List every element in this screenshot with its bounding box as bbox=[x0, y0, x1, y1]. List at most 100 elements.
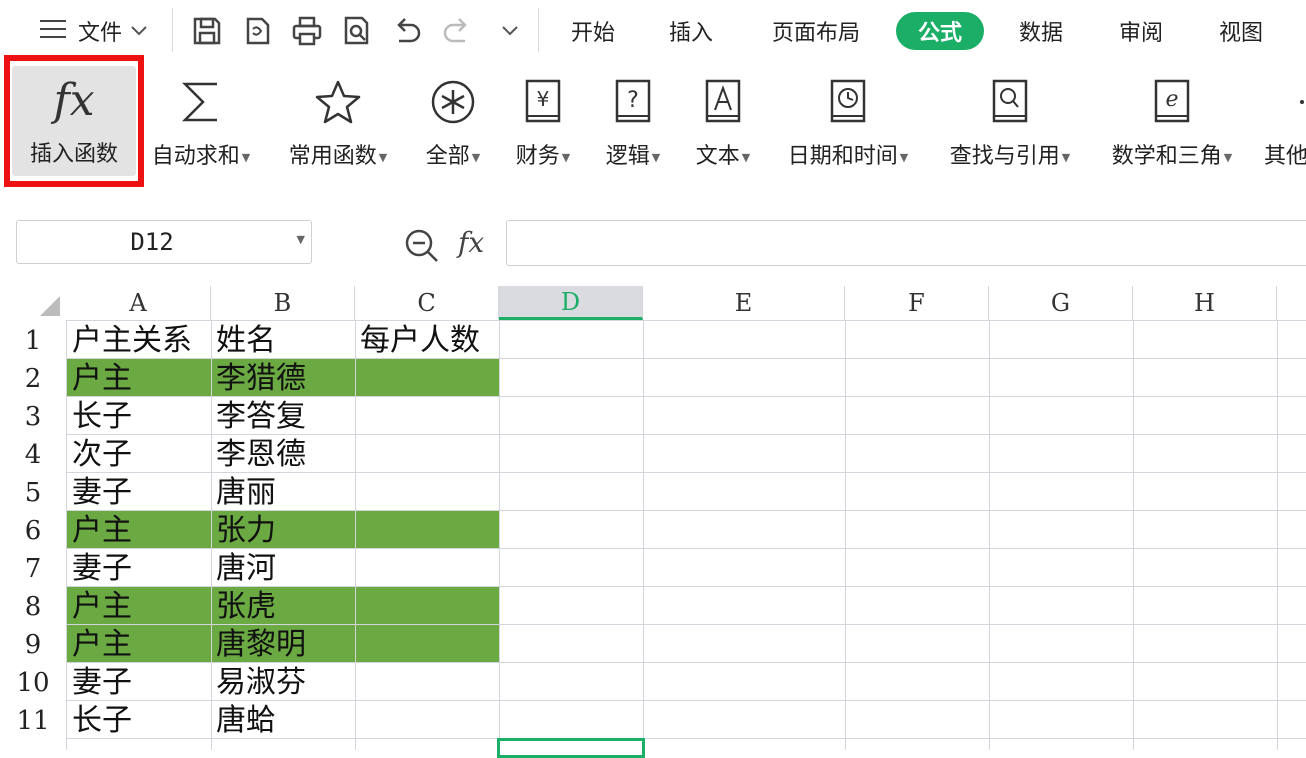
menu-bar: 文件 开始 插入 页面布局 公式 数据 审阅 视图 bbox=[0, 0, 1306, 62]
autosum-button[interactable]: 自动求和 ▼ bbox=[146, 68, 256, 180]
row-header-6[interactable]: 6 bbox=[0, 512, 66, 550]
row-header-2[interactable]: 2 bbox=[0, 360, 66, 398]
a-book-icon bbox=[704, 68, 742, 136]
cell-a7[interactable]: 妻子 bbox=[68, 550, 132, 588]
divider bbox=[538, 8, 539, 52]
row-header-3[interactable]: 3 bbox=[0, 398, 66, 436]
cell-a3[interactable]: 长子 bbox=[68, 398, 132, 436]
grid-line bbox=[1133, 320, 1134, 750]
lookup-reference-button[interactable]: 查找与引用 ▼ bbox=[940, 68, 1080, 180]
tab-formulas[interactable]: 公式 bbox=[896, 12, 984, 50]
row-header-9[interactable]: 9 bbox=[0, 626, 66, 664]
financial-label: 财务 bbox=[515, 144, 560, 169]
column-header-e[interactable]: E bbox=[643, 286, 845, 320]
column-header-d[interactable]: D bbox=[499, 286, 643, 320]
spreadsheet-grid: A B C D E F G H 1 2 3 4 5 6 7 8 9 10 11 … bbox=[0, 286, 1306, 750]
cell-b4[interactable]: 李恩德 bbox=[212, 436, 306, 474]
dropdown-arrow-icon: ▼ bbox=[1061, 150, 1071, 164]
name-box[interactable]: D12 ▼ bbox=[16, 220, 312, 264]
tab-data[interactable]: 数据 bbox=[1004, 12, 1078, 50]
all-functions-button[interactable]: 全部 ▼ bbox=[418, 68, 488, 180]
grid-line bbox=[845, 320, 846, 750]
magnifier-book-icon bbox=[991, 68, 1029, 136]
dropdown-arrow-icon: ▼ bbox=[561, 150, 571, 164]
row-header-10[interactable]: 10 bbox=[0, 664, 66, 702]
row-header-8[interactable]: 8 bbox=[0, 588, 66, 626]
cell-b9[interactable]: 唐黎明 bbox=[212, 626, 306, 664]
dropdown-arrow-icon: ▼ bbox=[378, 150, 388, 164]
undo-icon[interactable] bbox=[388, 12, 426, 50]
formula-input[interactable] bbox=[506, 220, 1306, 266]
select-all-corner[interactable] bbox=[0, 286, 66, 320]
dropdown-arrow-icon[interactable]: ▼ bbox=[297, 233, 305, 246]
customize-quick-access-icon[interactable] bbox=[492, 12, 528, 50]
save-icon[interactable] bbox=[188, 12, 226, 50]
print-preview-icon[interactable] bbox=[338, 12, 376, 50]
insert-function-fx-button[interactable]: fx bbox=[458, 226, 484, 259]
tab-review[interactable]: 审阅 bbox=[1104, 12, 1178, 50]
star-icon bbox=[315, 68, 361, 136]
tab-insert[interactable]: 插入 bbox=[654, 12, 728, 50]
cell-b8[interactable]: 张虎 bbox=[212, 588, 276, 626]
row-header-7[interactable]: 7 bbox=[0, 550, 66, 588]
column-header-f[interactable]: F bbox=[845, 286, 989, 320]
tab-page-layout[interactable]: 页面布局 bbox=[758, 12, 874, 50]
zoom-out-icon[interactable] bbox=[404, 228, 440, 268]
more-functions-label: 其他 bbox=[1264, 144, 1306, 169]
logical-button[interactable]: ? 逻辑 ▼ bbox=[598, 68, 668, 180]
hamburger-icon bbox=[39, 19, 68, 43]
cell-b2[interactable]: 李猎德 bbox=[212, 360, 306, 398]
column-header-g[interactable]: G bbox=[989, 286, 1133, 320]
lookup-reference-label: 查找与引用 bbox=[949, 144, 1060, 169]
export-pdf-icon[interactable] bbox=[238, 12, 276, 50]
cell-a8[interactable]: 户主 bbox=[68, 588, 132, 626]
row-header-11[interactable]: 11 bbox=[0, 702, 66, 740]
dropdown-arrow-icon: ▼ bbox=[241, 150, 251, 164]
cell-b5[interactable]: 唐丽 bbox=[212, 474, 276, 512]
common-functions-label: 常用函数 bbox=[288, 144, 377, 169]
dropdown-arrow-icon: ▼ bbox=[651, 150, 661, 164]
cell-b3[interactable]: 李答复 bbox=[212, 398, 306, 436]
row-header-4[interactable]: 4 bbox=[0, 436, 66, 474]
cell-b6[interactable]: 张力 bbox=[212, 512, 276, 550]
column-header-a[interactable]: A bbox=[66, 286, 211, 320]
all-functions-label: 全部 bbox=[425, 144, 470, 169]
column-header-c[interactable]: C bbox=[355, 286, 499, 320]
cell-a2[interactable]: 户主 bbox=[68, 360, 132, 398]
cell-b7[interactable]: 唐河 bbox=[212, 550, 276, 588]
grid-line bbox=[643, 320, 644, 750]
date-time-button[interactable]: 日期和时间 ▼ bbox=[778, 68, 918, 180]
cell-a4[interactable]: 次子 bbox=[68, 436, 132, 474]
column-header-b[interactable]: B bbox=[211, 286, 355, 320]
cell-c1[interactable]: 每户人数 bbox=[356, 322, 480, 360]
cell-a1[interactable]: 户主关系 bbox=[68, 322, 192, 360]
cell-a10[interactable]: 妻子 bbox=[68, 664, 132, 702]
more-functions-button[interactable]: 其他 bbox=[1264, 68, 1306, 180]
row-header-5[interactable]: 5 bbox=[0, 474, 66, 512]
row-header-1[interactable]: 1 bbox=[0, 322, 66, 360]
file-menu[interactable]: 文件 bbox=[28, 12, 160, 50]
highlight-box bbox=[4, 55, 144, 187]
redo-icon[interactable] bbox=[438, 12, 476, 50]
dropdown-arrow-icon: ▼ bbox=[1223, 150, 1233, 164]
cell-b1[interactable]: 姓名 bbox=[212, 322, 276, 360]
math-trig-button[interactable]: e 数学和三角 ▼ bbox=[1102, 68, 1242, 180]
common-functions-button[interactable]: 常用函数 ▼ bbox=[282, 68, 394, 180]
print-icon[interactable] bbox=[288, 12, 326, 50]
grid-line bbox=[989, 320, 990, 750]
cell-b10[interactable]: 易淑芬 bbox=[212, 664, 306, 702]
active-cell-selection[interactable] bbox=[497, 738, 645, 758]
tab-view[interactable]: 视图 bbox=[1204, 12, 1278, 50]
cell-a11[interactable]: 长子 bbox=[68, 702, 132, 740]
math-trig-label: 数学和三角 bbox=[1111, 144, 1222, 169]
clock-book-icon bbox=[829, 68, 867, 136]
cell-a9[interactable]: 户主 bbox=[68, 626, 132, 664]
cell-a5[interactable]: 妻子 bbox=[68, 474, 132, 512]
svg-text:e: e bbox=[1165, 87, 1178, 112]
column-header-h[interactable]: H bbox=[1133, 286, 1277, 320]
tab-home[interactable]: 开始 bbox=[556, 12, 630, 50]
cell-a6[interactable]: 户主 bbox=[68, 512, 132, 550]
cell-b11[interactable]: 唐蛤 bbox=[212, 702, 276, 740]
text-button[interactable]: 文本 ▼ bbox=[688, 68, 758, 180]
financial-button[interactable]: ¥ 财务 ▼ bbox=[508, 68, 578, 180]
